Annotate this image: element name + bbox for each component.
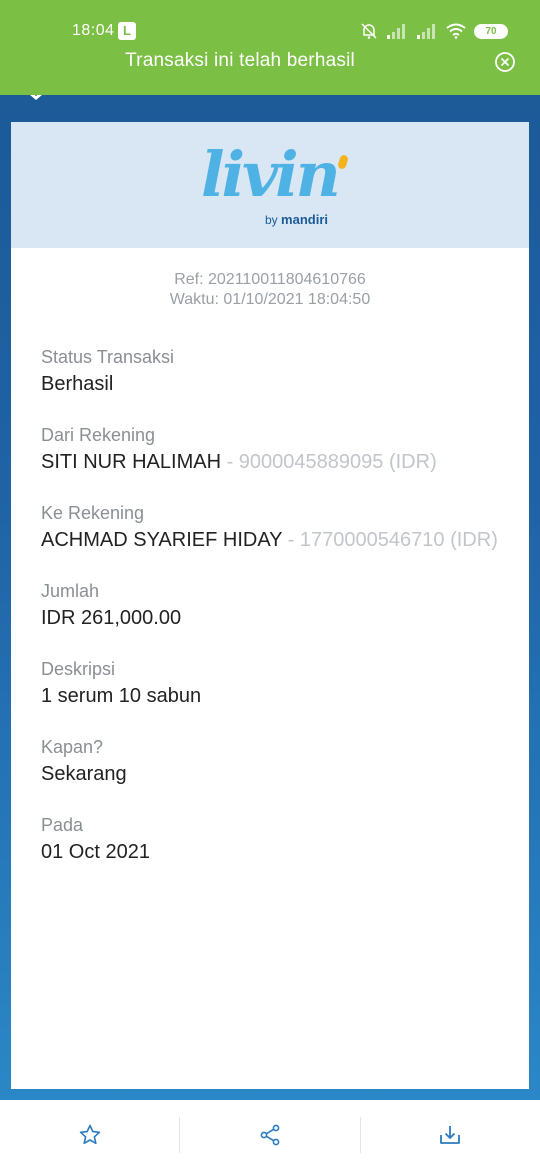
field-main: ACHMAD SYARIEF HIDAY	[41, 529, 283, 551]
wifi-icon	[446, 23, 466, 39]
logo-by-text: by	[265, 213, 278, 227]
field-main: Sekarang	[41, 763, 127, 785]
livin-logo: livin	[201, 138, 341, 211]
logo-brand-text: mandiri	[281, 212, 328, 227]
star-icon	[79, 1124, 100, 1145]
logo-byline: by mandiri	[265, 212, 328, 227]
field-destination-account: Ke Rekening ACHMAD SYARIEF HIDAY - 17700…	[41, 502, 499, 554]
signal-icon	[387, 24, 405, 39]
status-icons: 70	[360, 20, 508, 42]
field-label: Jumlah	[41, 581, 100, 601]
field-main: Berhasil	[41, 373, 114, 395]
reference-number: Ref: 20211001180461076​6	[174, 271, 366, 288]
field-value: 1 serum 10 sabun	[41, 682, 499, 710]
field-value: Berhasil	[41, 370, 499, 398]
field-main: 01 Oct 2021	[41, 841, 150, 863]
battery-icon: 70	[474, 23, 508, 39]
field-status: Status Transaksi Berhasil	[41, 346, 499, 398]
field-label: Ke Rekening	[41, 503, 145, 523]
detail-fields: Status Transaksi Berhasil Dari Rekening …	[11, 346, 529, 866]
share-button[interactable]	[180, 1115, 359, 1155]
account-number: - 9000045889095 (IDR)	[221, 451, 437, 473]
share-icon	[260, 1124, 280, 1146]
field-label: Status Transaksi	[41, 347, 175, 367]
reference-block: Ref: 20211001180461076​6 Waktu: 01/10/20…	[11, 270, 529, 310]
success-banner: 18:04 L 70 Transaksi ini telah berhasil	[0, 0, 540, 95]
bell-off-icon	[361, 23, 377, 39]
field-value: IDR 261,000.00	[41, 604, 499, 632]
transaction-time: Waktu: 01/10/2021 18:04:50	[169, 291, 371, 308]
field-description: Deskripsi 1 serum 10 sabun	[41, 658, 499, 710]
field-label: Deskripsi	[41, 659, 116, 679]
action-bar	[0, 1100, 540, 1170]
banner-message: Transaksi ini telah berhasil	[125, 50, 355, 71]
close-circle-icon[interactable]	[494, 51, 516, 73]
field-label: Pada	[41, 815, 84, 835]
download-icon	[440, 1126, 461, 1144]
field-amount: Jumlah IDR 261,000.00	[41, 580, 499, 632]
field-main: SITI NUR HALIMAH	[41, 451, 222, 473]
field-main: IDR 261,000.00	[41, 607, 182, 629]
field-value: 01 Oct 2021	[41, 838, 499, 866]
field-value: Sekarang	[41, 760, 499, 788]
field-label: Kapan?	[41, 737, 104, 757]
field-main: 1 serum 10 sabun	[41, 685, 202, 707]
field-label: Dari Rekening	[41, 425, 156, 445]
field-value: SITI NUR HALIMAH - 9000045889095 (IDR)	[41, 448, 499, 476]
logo-accent-mark	[337, 154, 349, 170]
notification-badge: L	[118, 22, 136, 40]
logo-header: livin by mandiri	[11, 122, 529, 248]
download-button[interactable]	[361, 1115, 540, 1155]
screen: 18:04 L 70 Transaksi ini telah berhasil …	[0, 0, 540, 1170]
favorite-button[interactable]	[0, 1115, 179, 1155]
field-date: Pada 01 Oct 2021	[41, 814, 499, 866]
account-number: - 1770000546710 (IDR)	[282, 529, 498, 551]
field-when: Kapan? Sekarang	[41, 736, 499, 788]
signal-icon	[417, 24, 435, 39]
field-value: ACHMAD SYARIEF HIDAY - 1770000546710 (ID…	[41, 526, 499, 554]
status-time: 18:04	[72, 22, 115, 39]
receipt-card: livin by mandiri Ref: 20211001180461076​…	[11, 122, 529, 1089]
field-source-account: Dari Rekening SITI NUR HALIMAH - 9000045…	[41, 424, 499, 476]
